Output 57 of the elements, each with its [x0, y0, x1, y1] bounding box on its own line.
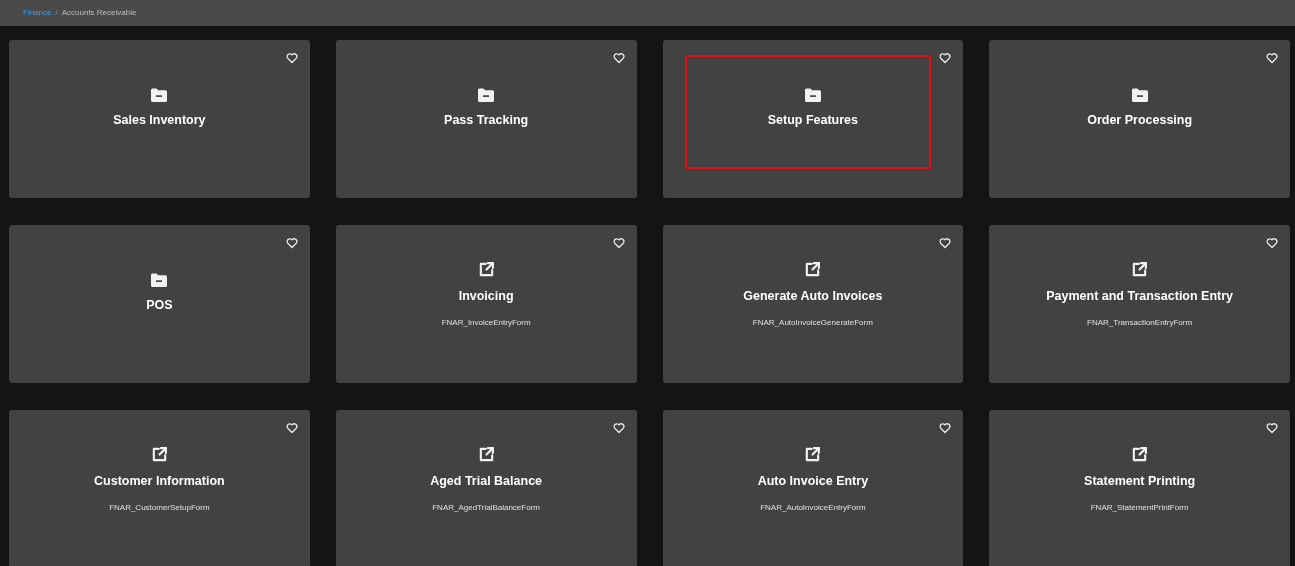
- external-link-icon: [1131, 446, 1149, 463]
- card-title: Statement Printing: [1084, 473, 1196, 490]
- module-card[interactable]: Auto Invoice Entry FNAR_AutoInvoiceEntryForm: [662, 410, 964, 566]
- external-link-icon: [804, 261, 822, 278]
- external-link-icon: [477, 446, 495, 463]
- folder-icon: [151, 273, 168, 287]
- heart-icon[interactable]: [285, 237, 298, 249]
- module-card[interactable]: Customer Information FNAR_CustomerSetupForm: [9, 410, 310, 566]
- form-name: FNAR_InvoiceEntryForm: [441, 316, 531, 329]
- heart-icon[interactable]: [1266, 422, 1278, 434]
- folder-icon: [1131, 88, 1148, 102]
- breadcrumb-separator: /: [55, 7, 58, 19]
- heart-icon[interactable]: [612, 422, 625, 434]
- card-title: Order Processing: [1087, 112, 1193, 129]
- card-title: Payment and Transaction Entry: [1046, 288, 1234, 305]
- breadcrumb-current: Accounts Receivable: [61, 7, 137, 19]
- form-name: FNAR_AutoInvoiceGenerateForm: [752, 316, 873, 329]
- heart-icon[interactable]: [612, 237, 625, 249]
- module-card[interactable]: POS: [9, 225, 310, 383]
- form-name: FNAR_TransactionEntryForm: [1087, 316, 1193, 329]
- external-link-icon: [150, 446, 168, 463]
- module-card[interactable]: Pass Tracking: [335, 40, 637, 198]
- card-title: Invoicing: [458, 288, 514, 305]
- form-name: FNAR_AutoInvoiceEntryForm: [760, 501, 866, 514]
- card-title: Customer Information: [94, 473, 225, 490]
- module-card[interactable]: Sales Inventory: [9, 40, 310, 198]
- card-title: POS: [146, 297, 173, 314]
- external-link-icon: [1131, 261, 1149, 278]
- heart-icon[interactable]: [1266, 52, 1278, 64]
- heart-icon[interactable]: [939, 422, 952, 434]
- heart-icon[interactable]: [612, 52, 625, 64]
- heart-icon[interactable]: [285, 422, 298, 434]
- module-card[interactable]: Invoicing FNAR_InvoiceEntryForm: [335, 225, 637, 383]
- external-link-icon: [477, 261, 495, 278]
- external-link-icon: [804, 446, 822, 463]
- module-card[interactable]: Aged Trial Balance FNAR_AgedTrialBalanceForm: [335, 410, 637, 566]
- card-title: Generate Auto Invoices: [743, 288, 883, 305]
- card-title: Sales Inventory: [113, 112, 206, 129]
- form-name: FNAR_StatementPrintForm: [1090, 501, 1189, 514]
- module-card[interactable]: Statement Printing FNAR_StatementPrintForm: [989, 410, 1290, 566]
- card-title: Aged Trial Balance: [430, 473, 543, 490]
- module-card[interactable]: Setup Features: [662, 40, 964, 198]
- folder-icon: [804, 88, 821, 102]
- folder-icon: [478, 88, 495, 102]
- heart-icon[interactable]: [285, 52, 298, 64]
- module-card[interactable]: Payment and Transaction Entry FNAR_TransactionEntryForm: [989, 225, 1290, 383]
- module-card[interactable]: Generate Auto Invoices FNAR_AutoInvoiceGenerateForm: [662, 225, 964, 383]
- card-title: Auto Invoice Entry: [757, 473, 869, 490]
- heart-icon[interactable]: [939, 237, 952, 249]
- card-title: Setup Features: [767, 112, 859, 129]
- heart-icon[interactable]: [939, 52, 952, 64]
- heart-icon[interactable]: [1266, 237, 1278, 249]
- module-card[interactable]: Order Processing: [989, 40, 1290, 198]
- form-name: FNAR_CustomerSetupForm: [109, 501, 210, 514]
- folder-icon: [151, 88, 168, 102]
- card-title: Pass Tracking: [444, 112, 529, 129]
- form-name: FNAR_AgedTrialBalanceForm: [432, 501, 540, 514]
